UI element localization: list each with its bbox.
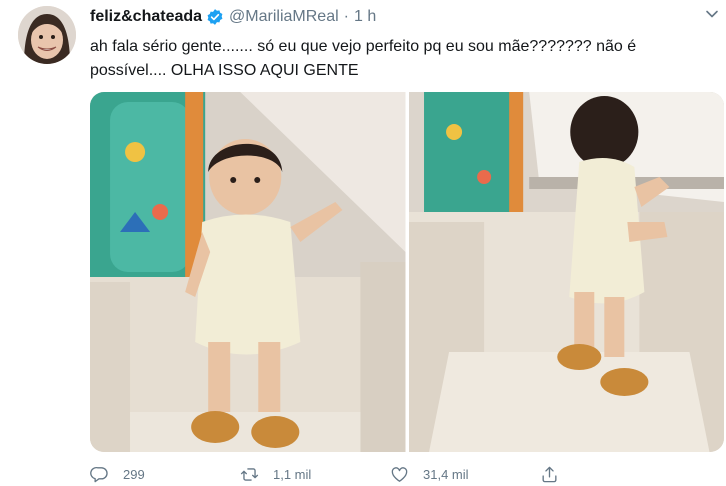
retweet-button[interactable]: 1,1 mil — [240, 462, 390, 486]
chevron-down-icon[interactable] — [704, 6, 720, 22]
like-button[interactable]: 31,4 mil — [390, 462, 540, 486]
share-button[interactable] — [540, 462, 690, 486]
handle[interactable]: @MariliaMReal — [229, 8, 339, 26]
display-name[interactable]: feliz&chateada — [90, 8, 202, 26]
photo-right[interactable] — [408, 92, 724, 452]
photo-left[interactable] — [90, 92, 406, 452]
photo-left-image — [90, 92, 406, 452]
photo-right-image — [408, 92, 724, 452]
tweet-actions: 299 1,1 mil 31,4 mil — [90, 462, 690, 486]
reply-count: 299 — [123, 466, 145, 482]
verified-badge-icon — [207, 9, 223, 25]
separator-dot: · — [343, 8, 349, 25]
avatar-image — [18, 6, 76, 64]
tweet-media[interactable] — [90, 92, 724, 452]
tweet-header: feliz&chateada @MariliaMReal · 1 h — [90, 6, 376, 28]
like-count: 31,4 mil — [423, 466, 469, 482]
timestamp[interactable]: 1 h — [354, 8, 376, 26]
avatar[interactable] — [18, 6, 76, 64]
retweet-count: 1,1 mil — [273, 466, 312, 482]
reply-button[interactable]: 299 — [90, 462, 240, 486]
tweet-text: ah fala sério gente....... só eu que vej… — [90, 38, 637, 79]
